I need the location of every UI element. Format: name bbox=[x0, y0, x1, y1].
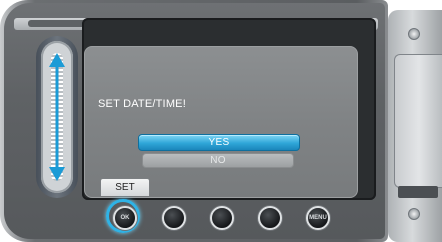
ok-button-label: OK bbox=[120, 215, 130, 221]
yes-button[interactable]: YES bbox=[138, 134, 300, 151]
bottom-button-row: OK MENU bbox=[96, 196, 376, 236]
hinge-panel bbox=[394, 54, 442, 188]
ok-button[interactable]: OK bbox=[113, 206, 137, 230]
dialog-panel bbox=[84, 46, 358, 198]
dialog-message: SET DATE/TIME! bbox=[98, 98, 186, 110]
scroll-control-inner bbox=[41, 41, 73, 193]
up-down-arrow-icon bbox=[49, 53, 65, 181]
lcd-hinge bbox=[388, 10, 442, 242]
hinge-notch bbox=[398, 186, 438, 198]
set-tab[interactable]: SET bbox=[100, 178, 150, 196]
menu-button-label: MENU bbox=[309, 215, 327, 221]
scroll-control[interactable] bbox=[36, 36, 78, 198]
bottom-button-4[interactable] bbox=[258, 206, 282, 230]
menu-button[interactable]: MENU bbox=[306, 206, 330, 230]
no-button[interactable]: NO bbox=[142, 153, 294, 168]
screw-icon bbox=[408, 28, 420, 40]
bottom-button-2[interactable] bbox=[162, 206, 186, 230]
screw-icon bbox=[408, 208, 420, 220]
top-bar-slot bbox=[28, 20, 86, 27]
bottom-button-3[interactable] bbox=[210, 206, 234, 230]
